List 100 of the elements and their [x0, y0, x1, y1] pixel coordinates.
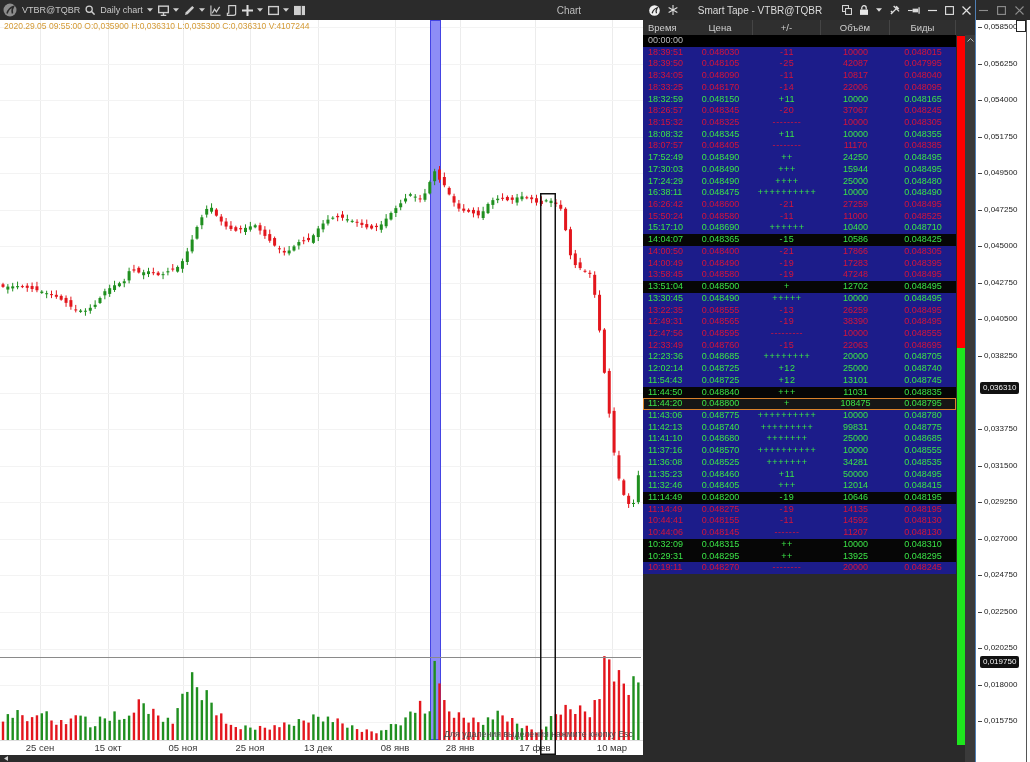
price-axis-label: 0,047250: [984, 203, 1018, 216]
time-cell: 11:43:06: [648, 409, 683, 422]
maximize-icon[interactable]: [997, 5, 1006, 15]
trade-row[interactable]: 15:17:10 0.048690 ++++++ 10400 0.048710: [643, 222, 956, 235]
trade-row[interactable]: 17:52:49 0.048490 ++ 24250 0.048495: [643, 152, 956, 164]
time-cell: 18:26:57: [648, 105, 684, 117]
bid-cell: 0.048495: [904, 316, 942, 328]
volume-cell: 10000: [843, 187, 868, 200]
price-cell: 0.048555: [701, 304, 740, 317]
bid-cell: 0.048495: [904, 468, 942, 481]
time-cell: 11:35:23: [648, 468, 683, 481]
pen-dropdown-button[interactable]: [183, 3, 205, 17]
price-cell: 0.048145: [701, 527, 740, 539]
time-cell: 18:34:05: [648, 70, 684, 82]
price-badge: 0,019750: [980, 655, 1020, 668]
square-icon[interactable]: [1016, 20, 1026, 32]
price-cell: 0.048680: [701, 433, 740, 446]
tools-icon[interactable]: [890, 5, 900, 15]
date-axis-label: 28 янв: [445, 742, 475, 753]
bid-cell: 0.048495: [904, 304, 942, 317]
lock-icon[interactable]: [860, 5, 868, 15]
chart-type-button[interactable]: Daily chart: [100, 3, 153, 17]
price-axis-label: 0,042750: [984, 276, 1018, 289]
plus-icon: [241, 4, 253, 16]
session-time: 00:00:00: [643, 35, 956, 47]
price-cell: 0.048315: [701, 538, 740, 551]
caret-icon[interactable]: [876, 8, 882, 12]
price-cell: 0.048400: [701, 245, 740, 258]
symbol-button[interactable]: VTBR@TQBR: [22, 3, 81, 17]
square-dropdown-button[interactable]: [267, 3, 289, 17]
scroll-left-icon[interactable]: [4, 756, 8, 761]
bid-cell: 0.048385: [904, 140, 942, 153]
price-cell: 0.048105: [701, 58, 740, 71]
pin-icon[interactable]: [908, 6, 920, 14]
bid-cell: 0.048685: [904, 433, 942, 446]
price-axis-label: 0,029250: [984, 496, 1018, 509]
volume-cell: 10646: [843, 492, 868, 504]
time-cell: 18:33:25: [648, 81, 684, 94]
bid-cell: 0.048305: [904, 245, 942, 258]
vertical-scrollbar[interactable]: [965, 35, 975, 762]
trade-row[interactable]: 12:02:14 0.048725 +12 25000 0.048740: [643, 363, 956, 375]
caret-icon: [198, 8, 205, 12]
price-cell: 0.048580: [701, 269, 740, 282]
change-cell: ++++++++: [763, 351, 811, 364]
change-cell: +++++++: [766, 456, 808, 469]
change-cell: ++++++++++: [757, 409, 817, 422]
change-cell: -21: [779, 245, 795, 258]
search-icon[interactable]: [85, 5, 96, 15]
scroll-up-icon[interactable]: [966, 38, 974, 42]
panel-icon[interactable]: [293, 4, 305, 16]
time-cell: 15:50:24: [648, 210, 684, 223]
bid-cell: 0.048495: [904, 199, 942, 211]
copy-icon[interactable]: [842, 5, 852, 15]
volume-cell: 22063: [843, 339, 868, 352]
bid-cell: 0.048555: [904, 445, 942, 457]
asterisk-icon[interactable]: [668, 5, 678, 15]
date-axis-label: 15 окт: [94, 742, 122, 753]
time-cell: 17:30:03: [648, 163, 684, 176]
trade-row[interactable]: 11:32:46 0.048405 +++ 12014 0.048415: [643, 480, 956, 492]
bid-cell: 0.048015: [904, 46, 942, 59]
volume-cell: 20000: [843, 351, 868, 364]
price-axis-label: 0,058500: [984, 21, 1018, 33]
price-cell: 0.048725: [701, 363, 740, 375]
volume-cell: 22006: [843, 81, 868, 94]
volume-cell: 13925: [843, 550, 868, 563]
volume-cell: 27259: [843, 199, 868, 211]
time-cell: 16:38:11: [648, 187, 683, 200]
bid-cell: 0.048040: [904, 70, 942, 82]
volume-cell: 34281: [843, 456, 868, 469]
trade-row[interactable]: 11:14:49 0.048200 -19 10646 0.048195: [643, 492, 956, 504]
bid-cell: 0.048705: [904, 351, 942, 364]
volume-cell: 20000: [843, 562, 868, 575]
trade-row[interactable]: 16:38:11 0.048475 ++++++++++ 10000 0.048490: [643, 187, 956, 200]
price-cell: 0.048460: [701, 468, 740, 481]
time-cell: 18:32:59: [648, 93, 684, 106]
price-axis-label: 0,033750: [984, 423, 1018, 435]
change-cell: -19: [779, 257, 795, 270]
price-axis-label: 0,051750: [984, 130, 1018, 143]
monitor-dropdown-button[interactable]: [157, 3, 179, 17]
trade-row[interactable]: 11:41:10 0.048680 +++++++ 25000 0.048685: [643, 433, 956, 446]
line-chart-icon[interactable]: [209, 4, 221, 16]
horizontal-scrollbar[interactable]: [0, 755, 643, 762]
bid-cell: 0.048195: [904, 503, 942, 516]
price-axis-label: 0,056250: [984, 57, 1018, 70]
trade-row[interactable]: 11:44:20 0.048800 + 108475 0.048795: [643, 398, 956, 410]
price-axis-label: 0,031500: [984, 459, 1018, 472]
trade-row[interactable]: 12:23:36 0.048685 ++++++++ 20000 0.048705: [643, 351, 956, 364]
bid-cell: 0.048480: [904, 175, 942, 188]
price-cell: 0.048800: [701, 398, 740, 410]
trade-row[interactable]: 11:37:16 0.048570 ++++++++++ 10000 0.048555: [643, 445, 956, 457]
trade-row[interactable]: 14:04:07 0.048365 -15 10586 0.048425: [643, 234, 956, 246]
document-icon[interactable]: [225, 4, 237, 16]
bid-cell: 0.048415: [904, 480, 942, 492]
time-cell: 12:49:31: [648, 316, 684, 328]
volume-cell: 37067: [843, 105, 868, 117]
volume-cell: 38390: [843, 316, 868, 328]
plus-dropdown-button[interactable]: [241, 3, 263, 17]
trade-row[interactable]: 13:51:04 0.048500 + 12702 0.048495: [643, 281, 956, 293]
bid-cell: 0.048130: [904, 515, 942, 528]
change-cell: +: [784, 398, 790, 410]
